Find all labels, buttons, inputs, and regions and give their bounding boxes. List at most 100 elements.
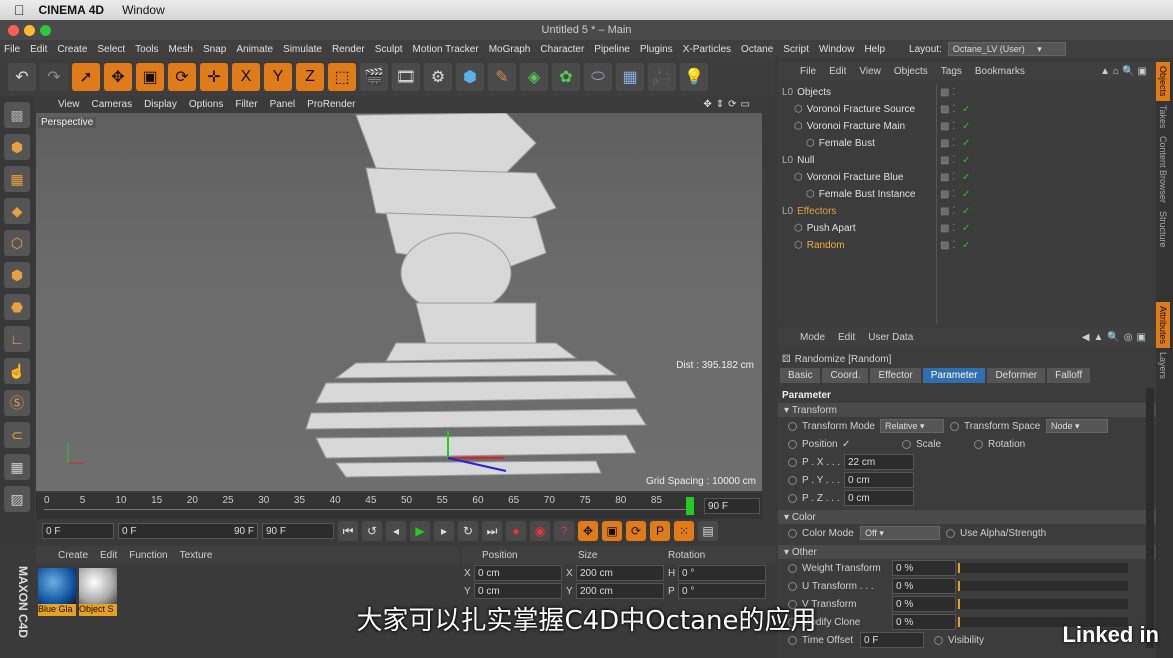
object-tree-item[interactable]: ⬡ Voronoi Fracture Main ▩ ⁚ ✓ [778, 118, 1156, 135]
menu-mesh[interactable]: Mesh [169, 44, 193, 55]
next-frame-icon[interactable]: ▸ [434, 521, 454, 541]
om-menu-bookmarks[interactable]: Bookmarks [975, 66, 1025, 77]
record-icon[interactable]: ● [506, 521, 526, 541]
live-select-icon[interactable]: ➚ [72, 63, 100, 91]
coord-rotation-field[interactable]: 0 ° [678, 583, 766, 599]
object-visibility-icon[interactable]: ▩ ⁚ [940, 223, 955, 234]
menu-motion-tracker[interactable]: Motion Tracker [413, 44, 479, 55]
tweak-mode-icon[interactable]: ☝ [4, 358, 30, 384]
texture-mode-icon[interactable]: ▦ [4, 166, 30, 192]
menu-character[interactable]: Character [540, 44, 584, 55]
undo-icon[interactable]: ↶ [8, 63, 36, 91]
color-mode-select[interactable]: Off ▾ [860, 526, 940, 540]
cube-icon[interactable]: ⬢ [456, 63, 484, 91]
object-enabled-check-icon[interactable]: ✓ [962, 155, 970, 166]
viewport-menu-panel[interactable]: Panel [270, 99, 296, 110]
object-enabled-check-icon[interactable]: ✓ [962, 104, 970, 115]
object-enabled-check-icon[interactable]: ✓ [962, 223, 970, 234]
attr-nav-icons[interactable]: ◀▲🔍◎▣ [1082, 332, 1150, 343]
key-scale-icon[interactable]: ▣ [602, 521, 622, 541]
menu-octane[interactable]: Octane [741, 44, 773, 55]
z-axis-button[interactable]: Z [296, 63, 324, 91]
lock-workplane-icon[interactable]: ▨ [4, 486, 30, 512]
menu-x-particles[interactable]: X-Particles [683, 44, 731, 55]
object-tree-item[interactable]: ⬡ Female Bust ▩ ⁚ ✓ [778, 135, 1156, 152]
color-mode-anim-icon[interactable] [788, 528, 797, 538]
tab-deformer[interactable]: Deformer [987, 368, 1046, 383]
light-icon[interactable]: 💡 [680, 63, 708, 91]
transform-space-anim-icon[interactable] [950, 421, 959, 431]
menu-window[interactable]: Window [819, 44, 855, 55]
menu-mograph[interactable]: MoGraph [489, 44, 531, 55]
viewport-menu-cameras[interactable]: Cameras [92, 99, 133, 110]
py-anim-icon[interactable] [788, 475, 797, 485]
mat-menu-create[interactable]: Create [58, 550, 88, 561]
cloner-icon[interactable]: ✿ [552, 63, 580, 91]
coord-position-field[interactable]: 0 cm [474, 583, 562, 599]
object-visibility-icon[interactable]: ▩ ⁚ [940, 206, 955, 217]
side-tab-content-browser[interactable]: Content Browser [1156, 132, 1170, 207]
zoom-window-icon[interactable] [40, 25, 51, 36]
attr-menu-edit[interactable]: Edit [838, 332, 855, 343]
previous-key-icon[interactable]: ↺ [362, 521, 382, 541]
next-key-icon[interactable]: ↻ [458, 521, 478, 541]
object-visibility-icon[interactable]: ▩ ⁚ [940, 172, 955, 183]
object-visibility-icon[interactable]: ▩ ⁚ [940, 189, 955, 200]
object-enabled-check-icon[interactable]: ✓ [962, 240, 970, 251]
om-menu-edit[interactable]: Edit [829, 66, 846, 77]
object-tree-item[interactable]: ⬡ Push Apart ▩ ⁚ ✓ [778, 220, 1156, 237]
om-menu-view[interactable]: View [859, 66, 881, 77]
axis-mode-icon[interactable]: ∟ [4, 326, 30, 352]
make-editable-icon[interactable]: ▩ [4, 102, 30, 128]
om-menu-tags[interactable]: Tags [941, 66, 962, 77]
object-enabled-check-icon[interactable]: ✓ [962, 189, 970, 200]
edges-mode-icon[interactable]: ⬢ [4, 262, 30, 288]
transform-mode-select[interactable]: Relative ▾ [880, 419, 944, 433]
menu-script[interactable]: Script [783, 44, 809, 55]
frame-range-slider[interactable]: 0 F 90 F [118, 523, 258, 539]
key-pla-icon[interactable]: ⁙ [674, 521, 694, 541]
object-tree-item[interactable]: ⬡ Female Bust Instance ▩ ⁚ ✓ [778, 186, 1156, 203]
mat-menu-function[interactable]: Function [129, 550, 167, 561]
app-name[interactable]: CINEMA 4D [39, 3, 105, 17]
object-tree-item[interactable]: L0 Effectors ▩ ⁚ ✓ [778, 203, 1156, 220]
grid-toggle-icon[interactable]: ▦ [4, 454, 30, 480]
side-tab-structure[interactable]: Structure [1156, 207, 1170, 252]
layout-select[interactable]: Octane_LV (User) ▾ [947, 42, 1066, 56]
points-mode-icon[interactable]: ⬡ [4, 230, 30, 256]
coord-position-field[interactable]: 0 cm [474, 565, 562, 581]
coord-size-field[interactable]: 200 cm [576, 583, 664, 599]
other-param-slider[interactable] [958, 563, 1128, 573]
subdivision-icon[interactable]: ◈ [520, 63, 548, 91]
object-visibility-icon[interactable]: ▩ ⁚ [940, 104, 955, 115]
object-visibility-icon[interactable]: ▩ ⁚ [940, 155, 955, 166]
tab-parameter[interactable]: Parameter [922, 368, 986, 383]
perspective-viewport[interactable]: Perspective Dist : 395.182 cm Grid Spaci… [36, 113, 762, 491]
coord-rotation-field[interactable]: 0 ° [678, 565, 766, 581]
close-window-icon[interactable] [8, 25, 19, 36]
object-visibility-icon[interactable]: ▩ ⁚ [940, 121, 955, 132]
viewport-menu-view[interactable]: View [58, 99, 80, 110]
workplane-icon[interactable]: ◆ [4, 198, 30, 224]
render-picture-viewer-icon[interactable]: 🎞 [392, 63, 420, 91]
rotate-icon[interactable]: ⟳ [168, 63, 196, 91]
camera-icon[interactable]: 🎥 [648, 63, 676, 91]
om-menu-file[interactable]: File [800, 66, 816, 77]
position-checkbox[interactable]: ✓ [842, 439, 902, 450]
previous-frame-icon[interactable]: ◂ [386, 521, 406, 541]
coord-size-field[interactable]: 200 cm [576, 565, 664, 581]
om-search-icons[interactable]: ▲⌂🔍▣ [1100, 66, 1150, 77]
object-visibility-icon[interactable]: ▩ ⁚ [940, 87, 955, 98]
other-param-anim-icon[interactable] [788, 581, 797, 591]
key-parameter-icon[interactable]: P [650, 521, 670, 541]
menu-create[interactable]: Create [57, 44, 87, 55]
object-tree-item[interactable]: L0 Null ▩ ⁚ ✓ [778, 152, 1156, 169]
attr-menu-mode[interactable]: Mode [800, 332, 825, 343]
minimize-window-icon[interactable] [24, 25, 35, 36]
px-field[interactable]: 22 cm [844, 454, 914, 470]
timeline-window-icon[interactable]: ▤ [698, 521, 718, 541]
object-tree-item[interactable]: L0 Objects ▩ ⁚ [778, 84, 1156, 101]
scale-icon[interactable]: ▣ [136, 63, 164, 91]
render-view-icon[interactable]: 🎬 [360, 63, 388, 91]
side-tab-layers[interactable]: Layers [1156, 348, 1170, 383]
